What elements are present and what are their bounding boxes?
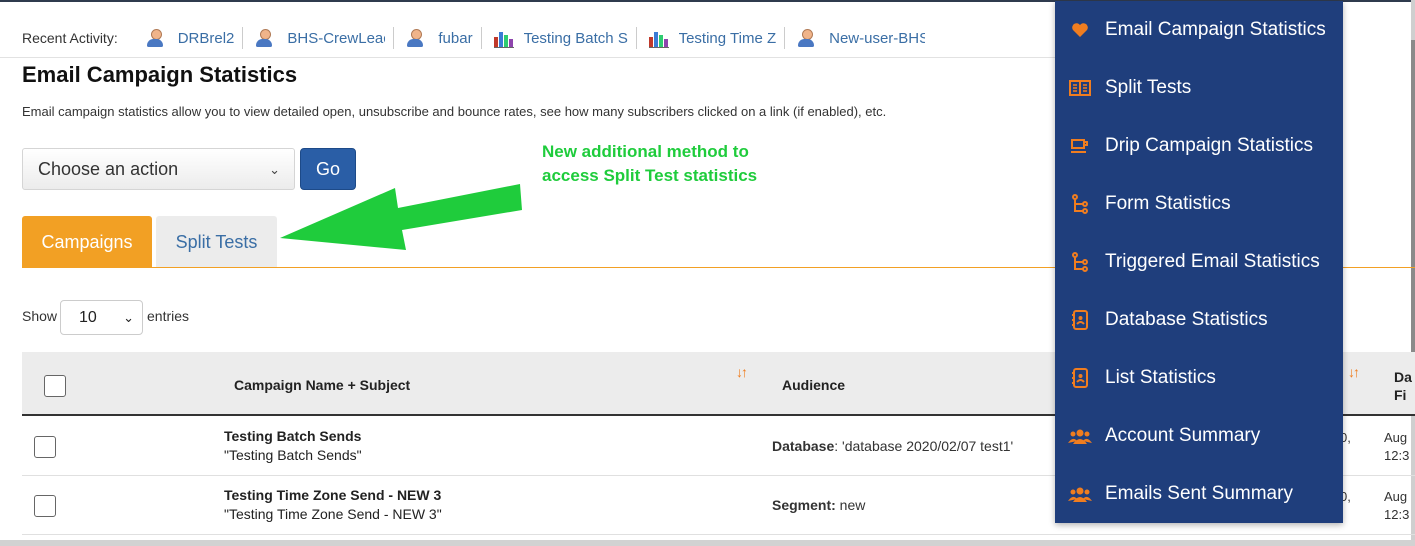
sort-icon[interactable]: ↓↑: [736, 364, 748, 380]
entries-label: entries: [147, 308, 190, 324]
entries-select-value: 10: [79, 308, 97, 326]
action-select-value: Choose an action: [38, 158, 179, 179]
menu-item-triggered-email-statistics[interactable]: Triggered Email Statistics: [1055, 233, 1343, 291]
heart-icon: [1055, 22, 1105, 38]
menu-item-label: Triggered Email Statistics: [1105, 251, 1320, 272]
column-header-date-line: Fi: [1394, 387, 1407, 403]
menu-item-label: Email Campaign Statistics: [1105, 19, 1326, 40]
audience-cell: Database: 'database 2020/02/07 test1': [772, 438, 1013, 454]
sort-icon[interactable]: ↓↑: [1348, 364, 1360, 380]
cup-icon: [1055, 138, 1105, 154]
group-icon: [1055, 486, 1105, 502]
page-title: Email Campaign Statistics: [22, 62, 298, 87]
flow-icon: [1055, 252, 1105, 272]
recent-item-label: fubar: [438, 29, 473, 47]
column-header-audience[interactable]: Audience: [782, 377, 845, 393]
flow-icon: [1055, 194, 1105, 214]
tab-campaigns[interactable]: Campaigns: [22, 216, 152, 268]
user-icon: [406, 28, 424, 48]
menu-item-label: Split Tests: [1105, 77, 1192, 98]
audience-type: Segment:: [772, 497, 836, 513]
recent-item-label: Testing Time Z: [678, 29, 777, 47]
campaign-name: Testing Batch Sends: [224, 428, 362, 444]
recent-activity-bar: Recent Activity: DRBrel2 BHS-CrewLeac fu…: [22, 26, 945, 50]
recent-item-user[interactable]: New-user-BHS: [797, 27, 933, 49]
annotation-line: New additional method to: [542, 142, 749, 161]
date-line: 12:3: [1384, 448, 1410, 463]
audience-value: new: [835, 497, 866, 513]
audience-cell: Segment: new: [772, 497, 865, 513]
divider: [0, 57, 1060, 58]
menu-item-label: List Statistics: [1105, 367, 1216, 388]
recent-item-label: Testing Batch S: [523, 29, 628, 47]
menu-item-emails-sent-summary[interactable]: Emails Sent Summary: [1055, 465, 1343, 523]
campaign-name: Testing Time Zone Send - NEW 3: [224, 487, 442, 503]
recent-item-label: BHS-CrewLeac: [287, 29, 386, 47]
action-select[interactable]: Choose an action ⌄: [22, 148, 295, 190]
contact-book-icon: [1055, 368, 1105, 388]
scrollbar-thumb[interactable]: [1411, 40, 1415, 400]
audience-type: Database: [772, 438, 835, 454]
recent-item-label: New-user-BHS: [829, 29, 926, 47]
chevron-down-icon: ⌄: [123, 310, 134, 325]
annotation-arrow-icon: [280, 184, 522, 250]
audience-value: : 'database 2020/02/07 test1': [834, 438, 1014, 454]
tab-split-tests[interactable]: Split Tests: [156, 216, 277, 268]
menu-item-split-tests[interactable]: Split Tests: [1055, 59, 1343, 117]
recent-item-label: DRBrel2: [177, 29, 235, 47]
menu-item-label: Drip Campaign Statistics: [1105, 135, 1314, 156]
recent-activity-label: Recent Activity:: [22, 30, 118, 46]
bar-chart-icon: [493, 29, 514, 48]
menu-item-label: Database Statistics: [1105, 309, 1268, 330]
recent-item-user[interactable]: fubar: [406, 27, 482, 49]
row-checkbox[interactable]: [34, 495, 56, 517]
bar-chart-icon: [648, 29, 669, 48]
annotation-text: New additional method to access Split Te…: [542, 140, 757, 188]
menu-item-label: Form Statistics: [1105, 193, 1231, 214]
column-header-date-line: Da: [1394, 369, 1412, 385]
annotation-line: access Split Test statistics: [542, 166, 758, 185]
row-checkbox[interactable]: [34, 436, 56, 458]
user-icon: [255, 28, 273, 48]
menu-item-label: Emails Sent Summary: [1105, 483, 1293, 504]
window-bottom-border: [0, 540, 1415, 546]
menu-item-account-summary[interactable]: Account Summary: [1055, 407, 1343, 465]
date-cell: Aug 12:3: [1384, 488, 1409, 524]
column-header-name[interactable]: Campaign Name + Subject: [234, 377, 410, 393]
date-cell: Aug 12:3: [1384, 429, 1409, 465]
select-all-checkbox[interactable]: [44, 375, 66, 397]
campaign-cell[interactable]: Testing Time Zone Send - NEW 3 "Testing …: [224, 486, 442, 524]
page-description: Email campaign statistics allow you to v…: [22, 104, 887, 119]
contact-book-icon: [1055, 310, 1105, 330]
date-line: Aug: [1384, 489, 1408, 504]
menu-item-drip-campaign-statistics[interactable]: Drip Campaign Statistics: [1055, 117, 1343, 175]
chevron-down-icon: ⌄: [269, 162, 280, 177]
menu-item-database-statistics[interactable]: Database Statistics: [1055, 291, 1343, 349]
group-icon: [1055, 428, 1105, 444]
entries-select[interactable]: 10 ⌄: [60, 300, 143, 335]
menu-item-label: Account Summary: [1105, 425, 1261, 446]
date-line: Aug: [1384, 430, 1408, 445]
recent-item-user[interactable]: BHS-CrewLeac: [255, 27, 395, 49]
campaign-subject: "Testing Time Zone Send - NEW 3": [224, 506, 442, 522]
menu-item-form-statistics[interactable]: Form Statistics: [1055, 175, 1343, 233]
date-line: 12:3: [1384, 507, 1410, 522]
campaign-cell[interactable]: Testing Batch Sends "Testing Batch Sends…: [224, 427, 362, 465]
statistics-dropdown-menu: Email Campaign Statistics Split Tests Dr…: [1055, 1, 1343, 523]
show-label: Show: [22, 308, 58, 324]
campaign-subject: "Testing Batch Sends": [224, 447, 362, 463]
user-icon: [797, 28, 815, 48]
split-icon: [1055, 80, 1105, 96]
user-icon: [146, 28, 164, 48]
menu-item-list-statistics[interactable]: List Statistics: [1055, 349, 1343, 407]
menu-item-email-campaign-statistics[interactable]: Email Campaign Statistics: [1055, 1, 1343, 59]
recent-item-user[interactable]: DRBrel2: [146, 27, 244, 49]
recent-item-campaign[interactable]: Testing Batch S: [493, 27, 637, 49]
column-header-date[interactable]: Da Fi: [1394, 368, 1412, 404]
recent-item-campaign[interactable]: Testing Time Z: [648, 27, 786, 49]
